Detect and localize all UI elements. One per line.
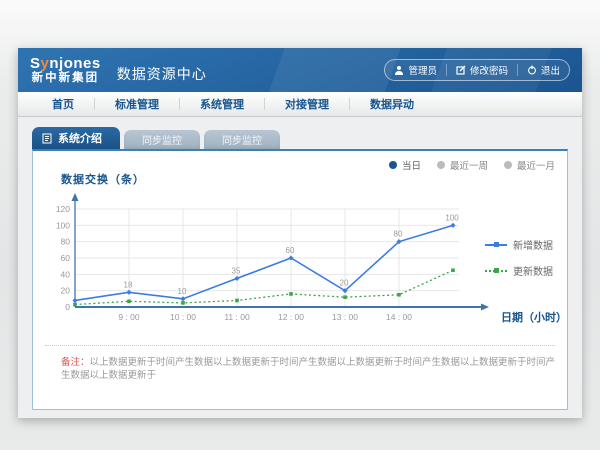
chart-grid: 0 20 40 60 80 100 120 9 : 00 10 : 00 11 : 00 12 : … bbox=[56, 204, 459, 322]
filter-today[interactable]: 当日 bbox=[389, 158, 421, 172]
filter-label: 当日 bbox=[402, 158, 421, 172]
svg-text:80: 80 bbox=[394, 230, 403, 239]
app-header: Synjones 新中新集团 数据资源中心 管理员 修改密码 bbox=[18, 48, 582, 92]
nav-item-data-change[interactable]: 数据异动 bbox=[350, 96, 434, 112]
filter-label: 最近一月 bbox=[517, 158, 555, 172]
user-icon bbox=[394, 65, 404, 75]
company-logo[interactable]: Synjones 新中新集团 bbox=[30, 56, 101, 84]
svg-text:35: 35 bbox=[232, 266, 241, 275]
main-navigation: 首页 标准管理 系统管理 对接管理 数据异动 bbox=[18, 92, 582, 117]
user-menu: 管理员 修改密码 退出 bbox=[384, 59, 570, 81]
filter-label: 最近一周 bbox=[450, 158, 488, 172]
radio-unselected-icon bbox=[504, 161, 512, 169]
svg-text:120: 120 bbox=[56, 204, 70, 214]
tab-bar: 系统介绍 同步监控 同步监控 bbox=[32, 127, 568, 149]
svg-text:13 : 00: 13 : 00 bbox=[332, 312, 358, 322]
svg-text:14 : 00: 14 : 00 bbox=[386, 312, 412, 322]
tab-label: 同步监控 bbox=[222, 132, 262, 147]
change-password-button[interactable]: 修改密码 bbox=[446, 64, 517, 76]
logo-company-name: 新中新集团 bbox=[30, 72, 101, 84]
filter-last-week[interactable]: 最近一周 bbox=[437, 158, 488, 172]
radio-selected-icon bbox=[389, 161, 397, 169]
legend-item-new-data[interactable]: 新增数据 bbox=[485, 237, 553, 252]
desktop-background: Synjones 新中新集团 数据资源中心 管理员 修改密码 bbox=[0, 0, 600, 450]
nav-item-integration[interactable]: 对接管理 bbox=[265, 96, 349, 112]
legend-line-dotted-icon bbox=[485, 267, 507, 275]
legend-line-solid-icon bbox=[485, 241, 507, 249]
footnote-prefix: 备注： bbox=[61, 357, 90, 368]
legend-item-updated-data[interactable]: 更新数据 bbox=[485, 263, 553, 278]
legend-label: 新增数据 bbox=[513, 237, 553, 252]
filter-last-month[interactable]: 最近一月 bbox=[504, 158, 555, 172]
edit-icon bbox=[456, 65, 466, 75]
logout-button[interactable]: 退出 bbox=[517, 64, 569, 76]
user-menu-label: 退出 bbox=[541, 63, 560, 77]
dotted-divider bbox=[45, 345, 555, 346]
chart-legend: 新增数据 更新数据 bbox=[485, 237, 553, 278]
svg-text:20: 20 bbox=[340, 279, 349, 288]
logout-icon bbox=[527, 65, 537, 75]
svg-text:11 : 00: 11 : 00 bbox=[224, 312, 250, 322]
svg-text:40: 40 bbox=[61, 269, 71, 279]
svg-text:100: 100 bbox=[56, 220, 70, 230]
chart-panel: 当日 最近一周 最近一月 数据交换（条） 0 20 40 60 80 100 120 9 : … bbox=[32, 149, 568, 410]
svg-text:10: 10 bbox=[178, 287, 187, 296]
svg-text:60: 60 bbox=[286, 246, 295, 255]
app-window: Synjones 新中新集团 数据资源中心 管理员 修改密码 bbox=[18, 48, 582, 418]
user-menu-label: 管理员 bbox=[408, 63, 437, 77]
current-user-button[interactable]: 管理员 bbox=[385, 64, 446, 76]
svg-text:20: 20 bbox=[61, 286, 71, 296]
tab-sync-monitor-2[interactable]: 同步监控 bbox=[204, 130, 280, 149]
radio-unselected-icon bbox=[437, 161, 445, 169]
tab-sync-monitor-1[interactable]: 同步监控 bbox=[124, 130, 200, 149]
nav-item-standards[interactable]: 标准管理 bbox=[95, 96, 179, 112]
tab-label: 同步监控 bbox=[142, 132, 182, 147]
logo-brand-text: Synjones bbox=[30, 56, 101, 72]
nav-item-home[interactable]: 首页 bbox=[32, 96, 94, 112]
time-range-filter: 当日 最近一周 最近一月 bbox=[389, 158, 555, 172]
svg-text:100: 100 bbox=[445, 213, 459, 222]
svg-text:80: 80 bbox=[61, 237, 71, 247]
svg-text:0: 0 bbox=[65, 302, 70, 312]
svg-text:60: 60 bbox=[61, 253, 71, 263]
tab-system-intro[interactable]: 系统介绍 bbox=[32, 127, 120, 149]
footnote: 备注：以上数据更新于时间产生数据以上数据更新于时间产生数据以上数据更新于时间产生… bbox=[61, 356, 561, 383]
svg-text:9 : 00: 9 : 00 bbox=[118, 312, 140, 322]
document-icon bbox=[42, 133, 52, 144]
svg-text:12 : 00: 12 : 00 bbox=[278, 312, 304, 322]
footnote-text: 以上数据更新于时间产生数据以上数据更新于时间产生数据以上数据更新于时间产生数据以… bbox=[61, 357, 555, 381]
x-axis-title: 日期（小时） bbox=[501, 309, 567, 325]
nav-item-system[interactable]: 系统管理 bbox=[180, 96, 264, 112]
tab-label: 系统介绍 bbox=[58, 130, 102, 146]
svg-text:10 : 00: 10 : 00 bbox=[170, 312, 196, 322]
legend-label: 更新数据 bbox=[513, 263, 553, 278]
svg-text:18: 18 bbox=[124, 280, 133, 289]
line-chart: 0 20 40 60 80 100 120 9 : 00 10 : 00 11 : 00 12 : … bbox=[45, 189, 495, 331]
y-axis-title: 数据交换（条） bbox=[61, 171, 145, 187]
user-menu-label: 修改密码 bbox=[470, 63, 508, 77]
content-area: 系统介绍 同步监控 同步监控 当日 最近一周 bbox=[18, 117, 582, 410]
page-title: 数据资源中心 bbox=[117, 64, 207, 84]
